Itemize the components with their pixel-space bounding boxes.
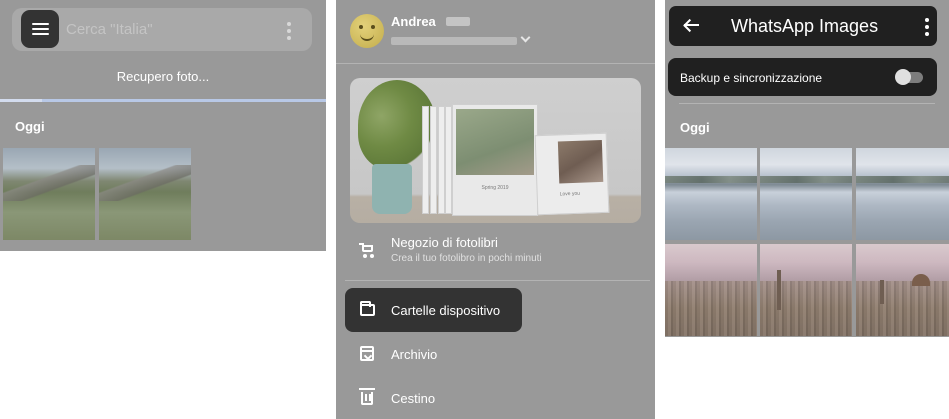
progress-bar (0, 99, 326, 102)
account-name: Andrea (391, 14, 436, 29)
divider (336, 63, 655, 64)
redacted-surname (446, 17, 470, 26)
card-caption: Love you (559, 190, 581, 198)
book-caption: Spring 2019 (481, 185, 509, 191)
avatar[interactable] (350, 14, 384, 48)
album-title: WhatsApp Images (731, 16, 879, 36)
trash-icon (359, 388, 375, 405)
drawer-item-subtitle: Crea il tuo fotolibro in pochi minuti (391, 253, 542, 264)
photo-thumbnail[interactable] (99, 148, 191, 240)
photo-thumbnail[interactable] (856, 244, 949, 336)
drawer-item-photobook[interactable]: Negozio di fotolibri (391, 235, 498, 250)
status-text: Recupero foto... (116, 69, 210, 84)
divider (679, 103, 935, 104)
progress-fill (0, 99, 43, 102)
archive-icon (360, 346, 374, 361)
photobook-illustration: Spring 2019 (452, 104, 538, 216)
photo-thumbnail[interactable] (760, 244, 852, 336)
back-arrow-icon[interactable] (683, 17, 699, 33)
photobook-banner[interactable]: Spring 2019 Love you (350, 78, 641, 223)
photo-thumbnail[interactable] (760, 148, 852, 240)
menu-button[interactable] (21, 10, 59, 48)
section-date-label: Oggi (15, 119, 45, 134)
card-illustration: Love you (534, 132, 610, 216)
backup-sync-label: Backup e sincronizzazione (680, 71, 823, 85)
photo-thumbnail[interactable] (665, 148, 757, 240)
backup-sync-toggle[interactable] (895, 69, 924, 85)
photo-thumbnail[interactable] (3, 148, 95, 240)
folder-icon (360, 301, 375, 316)
drawer-item-device-folders[interactable]: Cartelle dispositivo (391, 303, 500, 318)
drawer-item-trash[interactable]: Cestino (391, 391, 435, 406)
section-date-label: Oggi (680, 120, 710, 135)
more-options-icon[interactable] (287, 22, 291, 43)
photo-thumbnail[interactable] (856, 148, 949, 240)
more-options-icon[interactable] (925, 18, 929, 39)
divider (345, 280, 650, 281)
cart-icon (359, 242, 375, 258)
search-input[interactable]: Cerca "Italia" (66, 21, 153, 38)
toggle-knob (895, 69, 911, 85)
redacted-email (391, 37, 517, 45)
hamburger-icon (32, 23, 49, 25)
photo-thumbnail[interactable] (665, 244, 757, 336)
drawer-item-archive[interactable]: Archivio (391, 347, 437, 362)
